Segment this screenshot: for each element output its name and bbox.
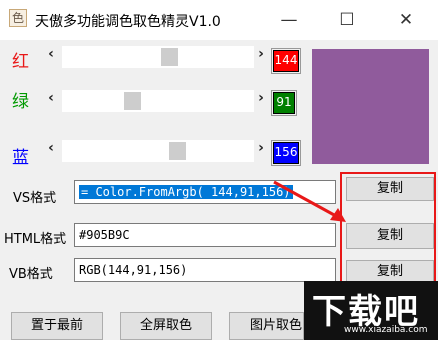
color-preview-swatch — [312, 49, 429, 164]
watermark-logo: 下载吧 www.xiazaiba.com — [304, 281, 438, 340]
fullscreen-pick-button[interactable]: 全屏取色 — [120, 312, 212, 340]
blue-value-box: 156 — [271, 140, 301, 166]
red-slider-thumb[interactable] — [161, 48, 178, 66]
blue-slider-thumb[interactable] — [169, 142, 186, 160]
maximize-button[interactable]: ☐ — [324, 0, 370, 40]
blue-increase-arrow-icon[interactable]: › — [254, 140, 268, 156]
bring-to-front-button[interactable]: 置于最前 — [11, 312, 103, 340]
annotation-arrow-icon — [273, 180, 346, 222]
app-icon: 色 — [9, 9, 27, 27]
red-label: 红 — [12, 52, 29, 72]
green-slider-track[interactable] — [62, 90, 254, 112]
vb-format-label: VB格式 — [9, 267, 53, 282]
blue-decrease-arrow-icon[interactable]: ‹ — [44, 140, 58, 156]
vb-format-field[interactable]: RGB(144,91,156) — [74, 258, 336, 282]
green-decrease-arrow-icon[interactable]: ‹ — [44, 90, 58, 106]
vs-format-value: = Color.FromArgb( 144,91,156) — [79, 185, 293, 199]
close-button[interactable]: ✕ — [383, 0, 429, 40]
red-value-box: 144 — [271, 48, 301, 74]
green-increase-arrow-icon[interactable]: › — [254, 90, 268, 106]
blue-slider-track[interactable] — [62, 140, 254, 162]
red-slider-track[interactable] — [62, 46, 254, 68]
image-pick-button[interactable]: 图片取色 — [229, 312, 304, 340]
watermark-url: www.xiazaiba.com — [344, 325, 428, 335]
green-label: 绿 — [12, 92, 29, 112]
window-title: 天傲多功能调色取色精灵V1.0 — [35, 14, 221, 30]
vs-format-label: VS格式 — [13, 191, 57, 206]
highlight-box — [340, 172, 436, 285]
red-increase-arrow-icon[interactable]: › — [254, 46, 268, 62]
green-value-box: 91 — [271, 90, 297, 116]
green-slider-thumb[interactable] — [124, 92, 141, 110]
blue-label: 蓝 — [12, 148, 29, 168]
minimize-button[interactable]: — — [266, 0, 312, 40]
red-decrease-arrow-icon[interactable]: ‹ — [44, 46, 58, 62]
html-format-label: HTML格式 — [4, 232, 67, 247]
